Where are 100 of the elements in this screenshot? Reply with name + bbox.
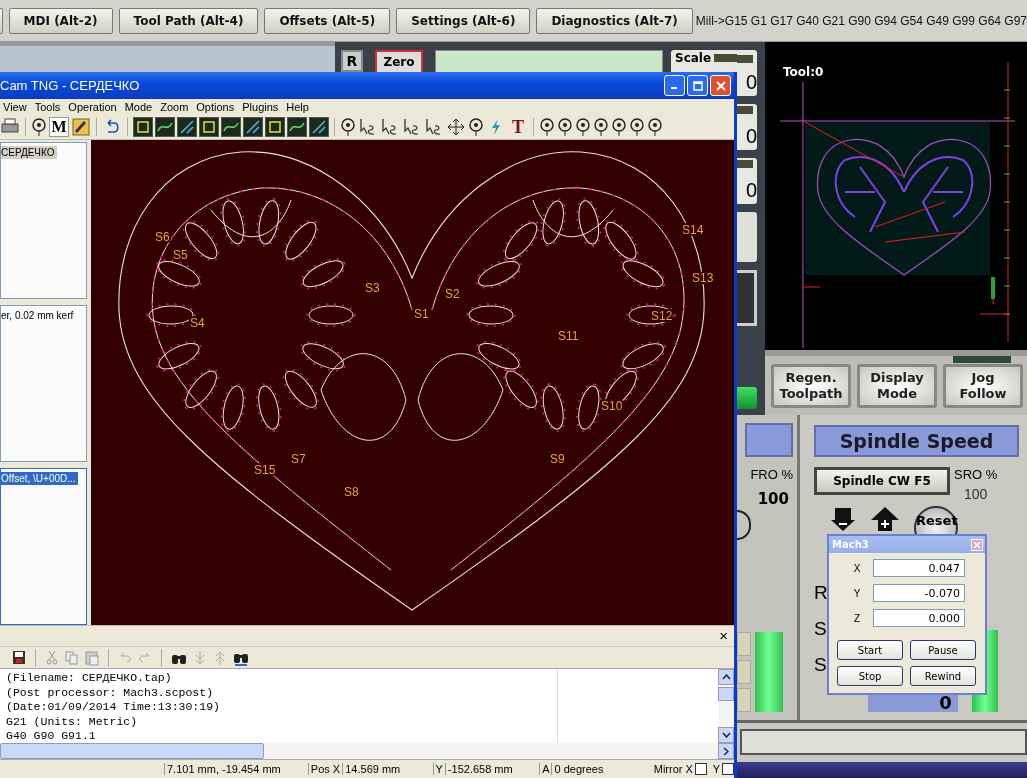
close-button[interactable]	[710, 75, 731, 97]
path-tool-icon[interactable]	[287, 116, 307, 137]
field-label: Z	[852, 612, 862, 624]
frame-button[interactable]	[737, 270, 757, 326]
segment-label: S11	[558, 329, 579, 344]
dialog-button[interactable]: Stop	[837, 666, 903, 686]
path-tool-icon[interactable]	[199, 116, 219, 137]
scale-value: 0	[744, 70, 757, 94]
spindle-cw-button[interactable]: Spindle CW F5	[814, 467, 950, 495]
caret-up-icon	[721, 674, 731, 681]
maximize-button[interactable]	[687, 75, 708, 97]
path-tool-icon[interactable]	[221, 116, 241, 137]
pin-icon[interactable]	[647, 116, 663, 137]
screen-tab[interactable]: Diagnostics (Alt-7)	[536, 7, 693, 34]
cursor-position: 7.101 mm, -19.454 mm	[164, 763, 308, 776]
path-tool-icon[interactable]	[265, 116, 285, 137]
menu-item[interactable]: Operation	[65, 100, 122, 113]
zero-button[interactable]: Zero	[375, 50, 423, 72]
toolbar-letter-button[interactable]: M	[49, 116, 69, 137]
code-line: (Post processor: Mach3.scpost)	[6, 685, 215, 701]
pin-icon[interactable]	[593, 116, 609, 137]
menu-item[interactable]: Plugins	[239, 100, 284, 113]
dialog-button[interactable]: Pause	[910, 640, 976, 660]
plus-arrow-icon[interactable]	[870, 506, 900, 532]
mirror-x-checkbox[interactable]	[694, 763, 707, 776]
menu-item[interactable]: View	[0, 100, 32, 113]
spindle-title: Spindle Speed	[814, 425, 1019, 457]
close-button[interactable]: ×	[713, 626, 734, 646]
pin-icon[interactable]	[611, 116, 627, 137]
field-label: Y	[852, 587, 862, 599]
segment-label: S6	[155, 230, 170, 245]
mirror-x-label: Mirror X	[652, 763, 694, 776]
scale-label: Scale	[675, 51, 712, 65]
scroll-right-button[interactable]	[718, 743, 734, 760]
mirror-y-checkbox[interactable]	[722, 763, 734, 776]
menu-item[interactable]: Mode	[121, 100, 158, 113]
tool-icon[interactable]	[71, 116, 91, 137]
pin-icon[interactable]	[575, 116, 591, 137]
path-tool-icon[interactable]	[155, 116, 175, 137]
pin-icon[interactable]	[31, 116, 47, 137]
screen-tab[interactable]: Tool Path (Alt-4)	[118, 7, 259, 34]
menu-item[interactable]: Zoom	[157, 100, 194, 113]
scroll-thumb[interactable]	[718, 687, 734, 702]
angle-value: 0 degrees	[551, 763, 648, 776]
input-field[interactable]: -0.070	[873, 584, 965, 602]
scroll-thumb[interactable]	[0, 743, 264, 760]
move-icon[interactable]	[446, 116, 466, 137]
scroll-up-button[interactable]	[718, 669, 734, 686]
input-field[interactable]: 0.000	[873, 609, 965, 627]
segment-label: S12	[651, 309, 673, 324]
screen-tab[interactable]: MDI (Alt-2)	[8, 7, 113, 34]
pin-icon[interactable]	[629, 116, 645, 137]
pin-icon[interactable]	[539, 116, 555, 137]
horizontal-scrollbar[interactable]	[0, 743, 734, 760]
screen-tab[interactable]: Offsets (Alt-5)	[264, 7, 391, 34]
scroll-down-button[interactable]	[718, 727, 734, 744]
segment-label: S8	[344, 485, 359, 500]
toolbar-letter-button[interactable]: T	[508, 116, 528, 137]
scale-indicator	[737, 160, 753, 168]
minus-arrow-icon[interactable]	[830, 506, 856, 532]
spindle-speed-value: 0	[939, 692, 952, 713]
path-tool-icon[interactable]	[133, 116, 153, 137]
sro-label: SRO %	[954, 467, 998, 482]
view-button[interactable]: Regen. Toolpath	[771, 364, 851, 408]
caret-down-icon	[721, 732, 731, 739]
pin-icon[interactable]	[557, 116, 573, 137]
list-item[interactable]: СЕРДЕЧКО	[1, 146, 57, 160]
pin-icon[interactable]	[340, 116, 356, 137]
scale-indicator	[737, 106, 753, 114]
menu-item[interactable]: Help	[283, 100, 314, 113]
vertical-scrollbar[interactable]	[718, 669, 734, 744]
view-button[interactable]: Display Mode	[857, 364, 937, 408]
list-item[interactable]: er, 0.02 mm kerf	[1, 309, 76, 323]
field-label: X	[852, 562, 862, 574]
row-label: R	[814, 582, 828, 604]
input-field[interactable]: 0.047	[873, 559, 965, 577]
dialog-button[interactable]: Rewind	[910, 666, 976, 686]
view-button[interactable]: Jog Follow	[943, 364, 1023, 408]
path-tool-icon[interactable]	[243, 116, 263, 137]
save-icon[interactable]	[12, 649, 26, 666]
menu-item[interactable]: Tools	[31, 100, 66, 113]
minimize-button[interactable]	[664, 75, 685, 97]
r-button[interactable]: R	[341, 50, 363, 72]
angle-label: A	[539, 763, 552, 776]
code-line: G40 G90 G91.1	[6, 729, 97, 744]
pos-x-value: 14.569 mm	[342, 763, 433, 776]
dialog-button[interactable]: Start	[837, 640, 903, 660]
list-item[interactable]: Offset, \U+00D...	[1, 472, 78, 486]
fro-label: FRO %	[750, 467, 793, 482]
path-tool-icon[interactable]	[309, 116, 329, 137]
screen-tab[interactable]: Settings (Alt-6)	[396, 7, 531, 34]
segment-label: S5	[173, 248, 188, 263]
path-tool-icon[interactable]	[177, 116, 197, 137]
pin-icon[interactable]	[468, 116, 484, 137]
menu-item[interactable]: Options	[193, 100, 240, 113]
fro-display	[745, 423, 793, 457]
code-line: G21 (Units: Metric)	[6, 714, 139, 730]
segment-label: S1	[414, 307, 429, 322]
segment-label: S2	[445, 287, 460, 302]
maximize-icon	[692, 80, 703, 91]
